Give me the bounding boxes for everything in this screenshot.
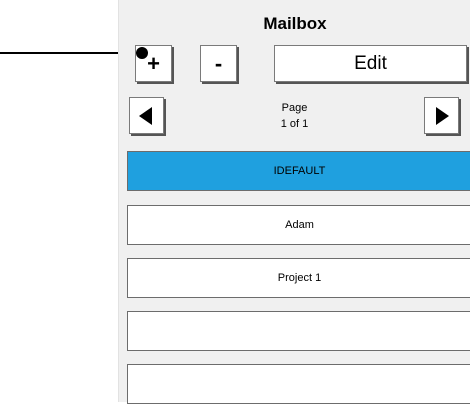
page-label: Page bbox=[281, 102, 308, 114]
remove-mailbox-button[interactable]: - bbox=[200, 45, 237, 82]
page-number: 1 of 1 bbox=[280, 118, 309, 130]
next-page-button[interactable] bbox=[424, 97, 459, 134]
previous-page-button[interactable] bbox=[129, 97, 164, 134]
mailbox-item-project-1[interactable]: Project 1 bbox=[127, 258, 470, 298]
triangle-left-icon bbox=[139, 106, 152, 125]
mailbox-item-adam[interactable]: Adam bbox=[127, 205, 470, 245]
mailbox-item-default[interactable]: IDEFAULT bbox=[127, 151, 470, 191]
mailbox-item-empty[interactable] bbox=[127, 311, 470, 351]
edit-button[interactable]: Edit bbox=[274, 45, 467, 82]
annotation-pointer-dot bbox=[136, 47, 148, 59]
mailbox-item-empty[interactable] bbox=[127, 364, 470, 404]
panel-title: Mailbox bbox=[263, 14, 327, 33]
mailbox-panel: Mailbox + - Edit Page 1 of 1 IDEFAULT Ad… bbox=[118, 0, 470, 404]
triangle-right-icon bbox=[436, 106, 449, 125]
